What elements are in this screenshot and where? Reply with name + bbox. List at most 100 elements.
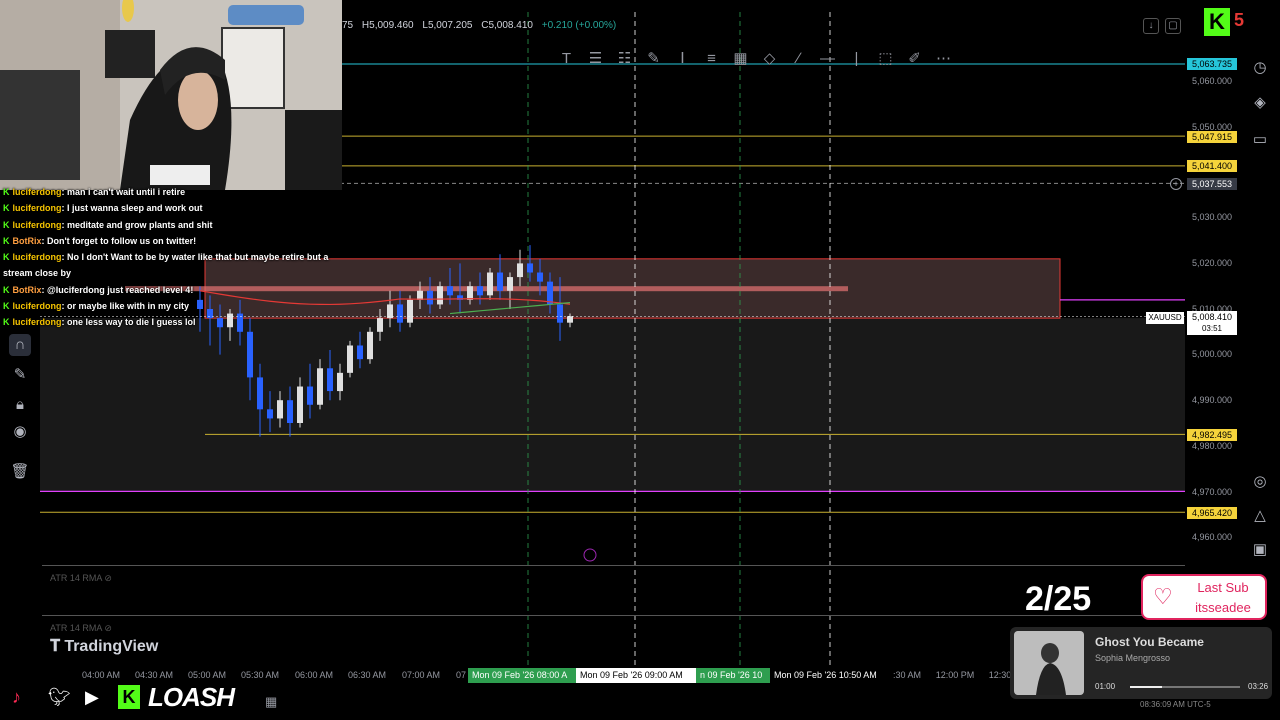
chat-username: luciferdong [12,187,62,197]
price-tick: 4,970.000 [1191,487,1232,497]
vertical-line-icon[interactable]: | [842,44,871,72]
chat-text: : one less way to die I guess lol [61,317,196,328]
paint-icon[interactable]: ✐ [900,44,929,72]
calendar-small-icon[interactable]: ▦ [265,694,277,710]
chat-message: Kluciferdong: man i can't wait until i r… [0,184,345,200]
layers-icon[interactable]: ◈ [1250,93,1270,113]
kick-badge-icon: K [3,235,10,246]
horizontal-line-icon[interactable]: — [813,44,842,72]
candle-body [377,318,383,332]
symbol-label: XAUUSD [1146,312,1184,324]
track-duration: 03:26 [1248,682,1269,691]
candle-body [247,331,253,378]
chat-message: K BotRix: @luciferdong just reached level… [0,282,345,298]
lock-icon[interactable]: 🔒︎ [9,394,31,416]
candle-body [487,272,493,296]
chat-username: luciferdong [12,203,62,214]
more-icon[interactable]: ⋯ [929,44,958,72]
pane-divider[interactable] [42,565,1185,566]
time-tick: 05:30 AM [240,670,280,680]
candle-body [287,400,293,423]
ohlc-header: 75 H5,009.460 L5,007.205 C5,008.410 +0.2… [342,20,622,31]
chat-message-continuation: stream close by [0,265,345,281]
twitter-icon: 🐦︎ [48,687,71,707]
chat-text: : Don't forget to follow us on twitter! [41,235,197,246]
chat-text: : meditate and grow plants and shit [61,219,213,230]
eye-icon[interactable]: ◉ [9,421,31,443]
chat-message: Kluciferdong: one less way to die I gues… [0,314,345,330]
magnet-icon[interactable]: ∩ [9,334,31,356]
social-bar: ♪ 🐦︎ ▶ K LOASH [0,682,260,714]
candle-body [467,286,473,300]
align-icon[interactable]: ☰ [581,44,610,72]
price-axis[interactable]: 5,060.000 5,050.000 5,030.000 5,020.000 … [1185,12,1240,652]
drawing-toolbar: T ☰ ☷ ✎ Ⅰ ≡ ▦ ◇ ∕ — | ⬚ ✐ ⋯ [552,44,984,72]
candle-body [427,290,433,305]
price-tick: 4,980.000 [1191,441,1232,451]
clock-icon[interactable]: ◷ [1250,58,1270,78]
ohlc-change: +0.210 (+0.00%) [541,20,617,31]
atr-label-text: ATR 14 RMA [50,573,102,583]
text-icon[interactable]: T [552,44,581,72]
candle-body [277,400,283,419]
ohlc-high: H5,009.460 [361,20,414,31]
align-alt-icon[interactable]: ☷ [610,44,639,72]
album-art [1014,631,1084,695]
track-progress-bar [1130,686,1240,688]
text-cursor-icon[interactable]: Ⅰ [668,44,697,72]
trash-icon[interactable]: 🗑︎ [9,461,31,483]
candle-body [397,304,403,323]
candle-body [437,286,443,305]
triangle-icon[interactable]: △ [1250,506,1270,526]
ohlc-open: 75 [342,20,354,31]
scroll-down-icon[interactable]: ↓ [1143,18,1159,34]
kick-badge-icon: K [3,203,10,214]
atr-label-text: ATR 14 RMA [50,623,102,633]
streamer-name: LOASH [148,682,235,712]
kick-badge-icon: K [3,284,10,295]
track-progress-fill [1130,686,1162,688]
calendar-icon[interactable]: ▣ [1250,540,1270,560]
chat-username: luciferdong [12,252,62,263]
atr-indicator-label[interactable]: ATR 14 RMA ⊘ [50,623,112,634]
current-price-label: 5,008.410 [1187,311,1237,323]
event-marker-icon [583,548,597,562]
candle-body [517,263,523,278]
time-tick: 07:00 AM [401,670,441,680]
track-artist: Sophia Mengrosso [1095,653,1171,663]
atr-indicator-label[interactable]: ATR 14 RMA ⊘ [50,573,112,584]
eye-off-icon[interactable]: ⊘ [104,573,112,583]
chat-icon[interactable]: ▭ [1250,130,1270,150]
last-sub-label: Last Sub [1197,580,1249,595]
eye-off-icon[interactable]: ⊘ [104,623,112,633]
kick-badge-icon: K [3,301,10,312]
candle-body [537,272,543,282]
line-icon[interactable]: ∕ [784,44,813,72]
list-icon[interactable]: ≡ [697,44,726,72]
brush-icon[interactable]: ✎ [639,44,668,72]
heart-icon: ♡ [1153,584,1173,609]
tradingview-logo: 𝐓 TradingView [50,638,158,656]
time-range-start: Mon 09 Feb '26 08:00 A [468,668,576,683]
time-tick: 12:30 [988,670,1012,680]
pane-divider[interactable] [42,615,1185,616]
time-cursor-label: Mon 09 Feb '26 09:00 AM [576,668,696,683]
chat-text: : man i can't wait until i retire [61,187,186,197]
crosshair-price-label: 5,037.553 [1187,178,1237,190]
pencil-icon[interactable]: ✎ [9,364,31,386]
grid-icon[interactable]: ▦ [726,44,755,72]
kick-count: 5 [1234,10,1245,30]
diamond-icon[interactable]: ◇ [755,44,784,72]
target-icon[interactable]: ◎ [1250,472,1270,492]
chat-text: : No I don't Want to be by water like th… [61,252,329,263]
stream-chat: Kluciferdong: man i can't wait until i r… [0,184,345,331]
add-alert-icon[interactable]: + [1170,178,1182,190]
level-label-yellow: 5,041.400 [1187,160,1237,172]
track-elapsed: 01:00 [1095,682,1116,691]
kick-badge-icon: K [3,317,10,328]
time-range-mid: n 09 Feb '26 10 [696,668,770,683]
screenshot-icon[interactable]: ▢ [1165,18,1181,34]
candle-body [257,377,263,410]
chat-username: BotRix [12,235,42,246]
frame-icon[interactable]: ⬚ [871,44,900,72]
